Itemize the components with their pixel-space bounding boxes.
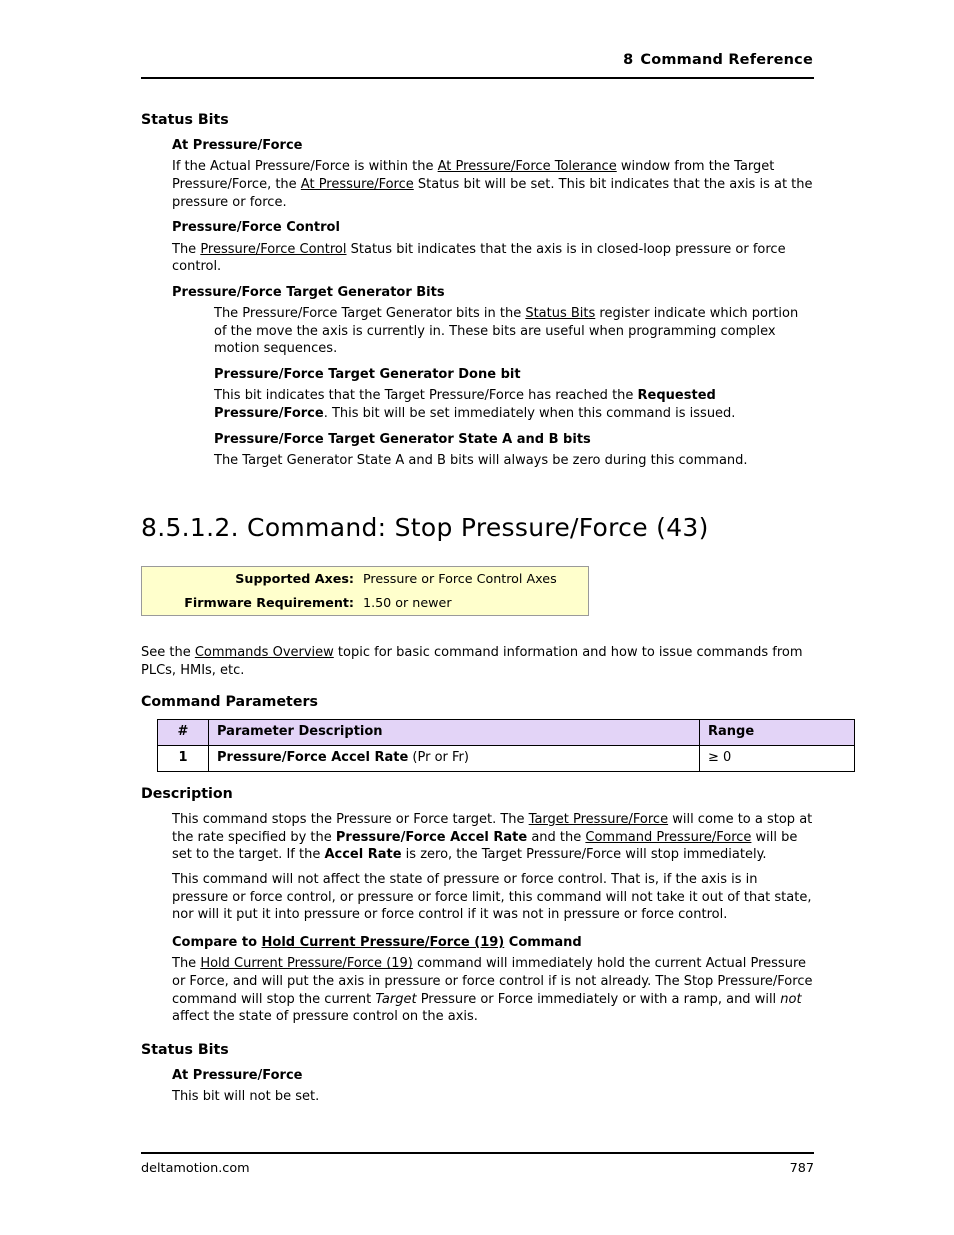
paragraph-at-pressure-force: If the Actual Pressure/Force is within t…: [172, 158, 814, 211]
target-generator-bits-group: The Pressure/Force Target Generator bits…: [214, 305, 814, 470]
inline-link[interactable]: At Pressure/Force: [301, 177, 414, 192]
column-header-description: Parameter Description: [208, 718, 700, 746]
description-group: This command stops the Pressure or Force…: [172, 811, 814, 1026]
inline-text: and the: [527, 829, 586, 845]
parameter-name: Pressure/Force Accel Rate: [217, 749, 409, 765]
table-body: 1 Pressure/Force Accel Rate (Pr or Fr) ≥…: [157, 744, 855, 773]
description-paragraph-2: This command will not affect the state o…: [172, 871, 814, 924]
footer-page-number: 787: [789, 1161, 814, 1176]
compare-to-heading: Compare to Hold Current Pressure/Force (…: [172, 935, 814, 951]
column-header-range: Range: [699, 718, 855, 746]
paragraph-pressure-force-control: The Pressure/Force Control Status bit in…: [172, 241, 814, 276]
inline-italic: Target: [375, 991, 417, 1007]
inline-text: Pressure or Force immediately or with a …: [416, 991, 781, 1007]
page-content: Status Bits At Pressure/Force If the Act…: [141, 100, 855, 1107]
inline-text: If the Actual Pressure/Force is within t…: [172, 159, 438, 175]
inline-bold: Compare to: [172, 935, 262, 951]
inline-link[interactable]: Hold Current Pressure/Force (19): [262, 935, 505, 950]
inline-link[interactable]: Target Pressure/Force: [529, 812, 668, 827]
inline-link[interactable]: Command Pressure/Force: [585, 830, 751, 845]
info-box-table: Supported Axes: Pressure or Force Contro…: [142, 567, 588, 615]
see-also-paragraph: See the Commands Overview topic for basi…: [141, 644, 814, 679]
status-bits-heading-bottom: Status Bits: [141, 1042, 229, 1059]
page-footer: deltamotion.com 787: [141, 1161, 814, 1176]
paragraph-target-generator-done-bit: This bit indicates that the Target Press…: [214, 387, 814, 422]
inline-text: The Target Generator State A and B bits …: [214, 453, 748, 468]
inline-text: This bit will not be set.: [172, 1089, 320, 1105]
inline-italic: not: [780, 991, 802, 1007]
description-heading: Description: [141, 786, 233, 803]
inline-text: See the: [141, 645, 195, 661]
inline-text: The: [172, 956, 201, 972]
footer-divider: [141, 1152, 814, 1154]
status-bits-group-top: At Pressure/Force If the Actual Pressure…: [172, 138, 814, 470]
inline-link[interactable]: Pressure/Force Control: [200, 242, 346, 257]
chapter-title: Command Reference: [640, 52, 813, 68]
inline-link[interactable]: At Pressure/Force Tolerance: [438, 159, 617, 174]
inline-text: This command stops the Pressure or Force…: [172, 812, 529, 828]
description-paragraph-1: This command stops the Pressure or Force…: [172, 811, 814, 864]
subheading-at-pressure-force-bottom: At Pressure/Force: [172, 1068, 303, 1084]
firmware-requirement-label: Firmware Requirement:: [184, 595, 354, 611]
cell-parameter-description: Pressure/Force Accel Rate (Pr or Fr): [208, 744, 700, 773]
info-box-row: Firmware Requirement: 1.50 or newer: [142, 591, 588, 615]
cell-parameter-number: 1: [157, 744, 209, 773]
inline-text: The: [172, 241, 201, 257]
inline-text: This bit indicates that the Target Press…: [214, 388, 638, 404]
supported-axes-value: Pressure or Force Control Axes: [363, 571, 557, 587]
subheading-target-generator-bits: Pressure/Force Target Generator Bits: [172, 284, 445, 300]
cell-parameter-range: ≥ 0: [699, 744, 855, 773]
inline-link[interactable]: Hold Current Pressure/Force (19): [200, 956, 413, 971]
command-parameters-heading: Command Parameters: [141, 693, 318, 710]
status-bits-heading-top: Status Bits: [141, 112, 229, 128]
column-header-number: #: [157, 718, 209, 746]
subheading-target-generator-state-bits: Pressure/Force Target Generator State A …: [214, 431, 591, 447]
paragraph-target-generator-state-bits: The Target Generator State A and B bits …: [214, 452, 814, 470]
table-row: 1 Pressure/Force Accel Rate (Pr or Fr) ≥…: [157, 744, 855, 773]
info-box-row: Supported Axes: Pressure or Force Contro…: [142, 567, 588, 591]
inline-text: affect the state of pressure control on …: [172, 1009, 478, 1025]
inline-bold: Pressure/Force Accel Rate: [335, 829, 528, 845]
supported-axes-label: Supported Axes:: [235, 571, 354, 587]
firmware-requirement-value: 1.50 or newer: [363, 595, 452, 611]
command-parameters-table: # Parameter Description Range 1 Pressure…: [157, 718, 855, 773]
command-info-box: Supported Axes: Pressure or Force Contro…: [141, 566, 589, 617]
subheading-at-pressure-force: At Pressure/Force: [172, 138, 303, 154]
subheading-target-generator-done-bit: Pressure/Force Target Generator Done bit: [214, 367, 521, 383]
document-page: 8 Command Reference Status Bits At Pressu…: [0, 0, 954, 1235]
header-divider: [141, 77, 814, 79]
inline-text: is zero, the Target Pressure/Force will …: [401, 847, 767, 863]
command-title: 8.5.1.2. Command: Stop Pressure/Force (4…: [141, 512, 709, 542]
inline-bold: Accel Rate: [324, 847, 402, 863]
inline-text: This command will not affect the state o…: [172, 872, 812, 923]
running-header: 8 Command Reference: [141, 52, 813, 68]
footer-site: deltamotion.com: [141, 1161, 250, 1176]
inline-text: The Pressure/Force Target Generator bits…: [214, 306, 526, 322]
chapter-number: 8: [623, 52, 634, 68]
inline-bold: Command: [504, 935, 582, 951]
table-header-row: # Parameter Description Range: [157, 718, 855, 746]
inline-text: . This bit will be set immediately when …: [323, 406, 736, 422]
paragraph-at-pressure-force-bottom: This bit will not be set.: [172, 1088, 814, 1106]
status-bits-group-bottom: At Pressure/Force This bit will not be s…: [172, 1068, 814, 1106]
inline-link[interactable]: Commands Overview: [195, 645, 334, 660]
subheading-pressure-force-control: Pressure/Force Control: [172, 220, 340, 236]
parameter-suffix: (Pr or Fr): [408, 749, 469, 765]
table-header: # Parameter Description Range: [157, 718, 855, 746]
paragraph-target-generator-bits: The Pressure/Force Target Generator bits…: [214, 305, 814, 358]
inline-link[interactable]: Status Bits: [525, 306, 595, 321]
compare-to-paragraph: The Hold Current Pressure/Force (19) com…: [172, 955, 814, 1026]
